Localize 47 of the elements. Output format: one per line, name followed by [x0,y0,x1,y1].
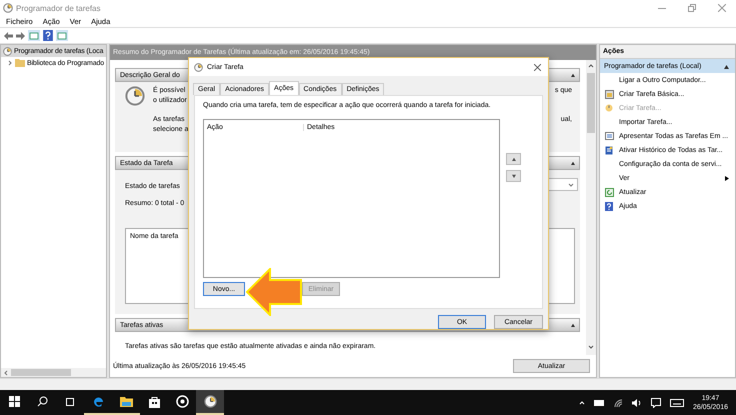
panel-icon[interactable] [28,30,40,41]
notification-icon[interactable] [650,398,661,408]
arrow-drawing [246,268,302,316]
shopping-bag-icon[interactable] [148,396,160,408]
triangle-down-icon [512,174,516,178]
move-up-button[interactable] [506,153,521,165]
clock-icon [605,104,613,112]
clock-icon [194,62,203,72]
help-icon [605,202,613,210]
clock-icon [204,395,216,408]
clock-icon [3,46,12,56]
move-down-button[interactable] [506,170,521,182]
refresh-icon [604,188,614,196]
chevron-down-icon [568,182,574,188]
close-icon[interactable] [534,64,541,70]
submenu-arrow-icon [724,176,729,180]
collapse-icon [724,64,729,68]
forward-icon[interactable] [16,32,25,40]
scroll-down-icon[interactable] [588,344,594,350]
calendar-icon [604,90,614,98]
folder-icon [15,59,25,67]
list-icon [604,132,614,140]
scrollbar-thumb[interactable] [11,369,71,376]
help-icon[interactable] [43,30,53,41]
scrollbar-thumb[interactable] [587,73,595,133]
speaker-icon[interactable] [632,398,642,406]
folder-icon[interactable] [120,396,132,407]
browser-icon[interactable] [92,395,104,408]
scroll-up-icon[interactable] [588,63,594,69]
chevron-up-icon[interactable] [578,400,585,406]
disc-icon[interactable] [176,395,188,408]
battery-icon[interactable] [594,400,605,406]
panel-icon[interactable] [56,30,68,41]
chevron-right-icon[interactable] [7,60,13,66]
app-icon [3,3,13,13]
wifi-icon[interactable] [614,398,623,406]
scroll-left-icon[interactable] [3,370,9,376]
collapse-icon [571,73,575,77]
clock-icon [125,86,145,106]
collapse-icon [571,161,575,165]
log-icon [605,146,613,154]
collapse-icon [571,323,575,327]
back-icon[interactable] [4,32,13,40]
keyboard-icon[interactable] [670,398,684,406]
triangle-up-icon [512,157,516,161]
maximize-icon[interactable] [688,4,696,12]
window-title: Programador de tarefas [16,4,100,12]
